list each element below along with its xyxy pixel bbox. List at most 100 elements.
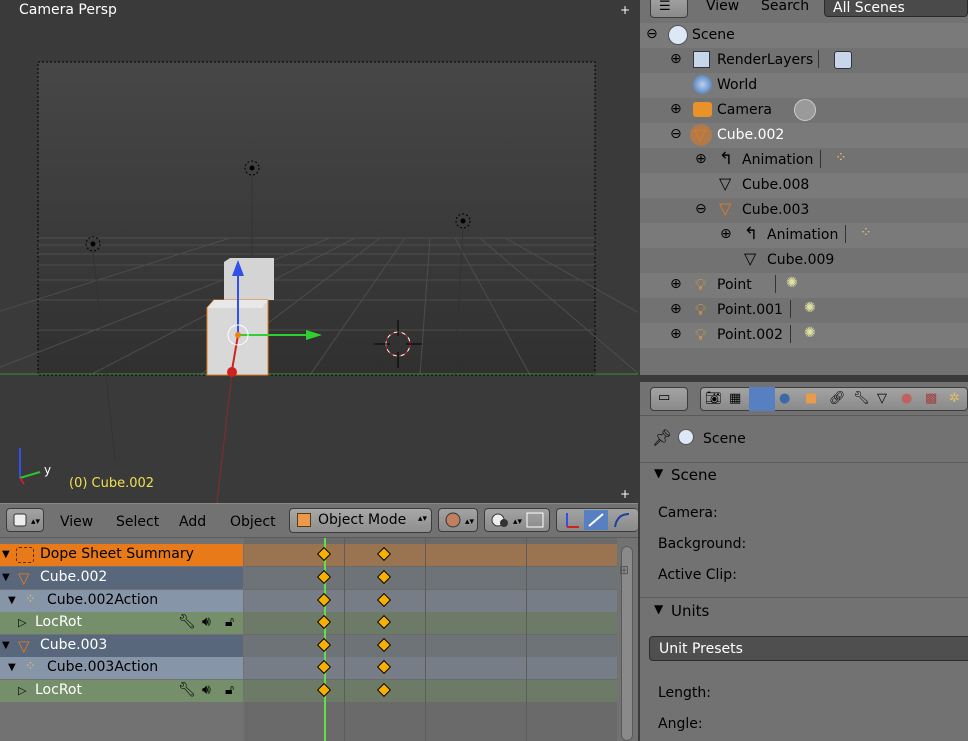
wrench-icon[interactable]: 🔧︎: [178, 614, 196, 630]
collapse-arrow-icon[interactable]: ▼: [2, 549, 10, 560]
collapse-arrow-icon[interactable]: ▼: [2, 572, 10, 583]
channel-dopesheet-summary[interactable]: ▼ Dope Sheet Summary: [0, 544, 243, 566]
menu-add[interactable]: Add: [179, 514, 206, 530]
editor-type-button[interactable]: ▴▾: [6, 508, 44, 532]
dopesheet-timeline[interactable]: [244, 538, 617, 741]
constraints-icon: 🔗︎: [829, 391, 846, 406]
dopesheet-icon: [16, 547, 34, 563]
outliner[interactable]: ⊖ Scene ⊕ RenderLayers World ⊕ Camera ⊖ …: [640, 22, 968, 375]
scene-filter-dropdown[interactable]: All Scenes: [824, 0, 968, 17]
mode-selector[interactable]: Object Mode ▴▾: [289, 508, 432, 533]
collapse-arrow-icon[interactable]: ▼: [8, 595, 16, 606]
lamp-data-icon[interactable]: ✺: [786, 275, 798, 291]
panel-collapse-icon[interactable]: ▼: [654, 602, 663, 616]
expand-icon[interactable]: ⊕: [670, 51, 682, 67]
manipulator-buttons[interactable]: [556, 508, 638, 532]
action-icon[interactable]: ⁘: [835, 150, 847, 166]
expand-icon[interactable]: ⊕: [670, 326, 682, 342]
editor-type-button[interactable]: ☰: [650, 0, 688, 18]
outliner-item-animation[interactable]: ⊕ ↰ Animation ⁘: [640, 148, 968, 173]
menu-object[interactable]: Object: [230, 514, 276, 530]
3d-viewport[interactable]: y + + Camera Persp (0) Cube.002: [0, 0, 638, 503]
menu-select[interactable]: Select: [116, 514, 159, 530]
channel-label: Cube.003: [40, 637, 108, 653]
outliner-item-animation[interactable]: ⊕ ↰ Animation ⁘: [640, 223, 968, 248]
scene-panel-title[interactable]: Scene: [671, 466, 717, 484]
outliner-item-scene[interactable]: ⊖ Scene: [640, 23, 968, 48]
collapse-icon[interactable]: ⊖: [646, 26, 658, 42]
outliner-item-point-001[interactable]: ⊕ 💡︎ Point.001 ✺: [640, 298, 968, 323]
expand-arrow-icon[interactable]: ▷: [18, 616, 26, 629]
particles-icon: ✲: [949, 391, 960, 406]
renderlayers-icon: ▦: [729, 391, 742, 406]
camera-label: Camera:: [658, 505, 718, 521]
outliner-item-cube-008[interactable]: ▽ Cube.008: [640, 173, 968, 198]
outliner-item-world[interactable]: World: [640, 73, 968, 98]
collapse-arrow-icon[interactable]: ▼: [2, 640, 10, 651]
camera-frame: [37, 61, 596, 376]
panel-collapse-icon[interactable]: ▼: [654, 466, 663, 480]
menu-view[interactable]: View: [706, 0, 739, 14]
context-tabs[interactable]: 📷︎ ▦ ● ■ 🔗︎ 🔧︎ ▽ ● ▩ ✲: [700, 387, 968, 411]
texture-icon: ▩: [925, 391, 938, 406]
outliner-item-cube-003[interactable]: ⊖ ▽ Cube.003: [640, 198, 968, 223]
world-icon: [693, 75, 712, 94]
collapse-icon[interactable]: ⊖: [670, 126, 682, 142]
collapse-icon[interactable]: ⊖: [695, 201, 707, 217]
expand-icon[interactable]: ⊕: [695, 151, 707, 167]
renderlayer-icon[interactable]: [834, 51, 852, 69]
svg-text:+: +: [620, 487, 630, 501]
outliner-item-point-002[interactable]: ⊕ 💡︎ Point.002 ✺: [640, 323, 968, 348]
outliner-item-camera[interactable]: ⊕ Camera: [640, 98, 968, 123]
length-label: Length:: [658, 685, 712, 701]
expand-arrow-icon[interactable]: ▷: [18, 684, 26, 697]
mode-label: Object Mode: [318, 512, 407, 528]
channel-action-cube-003[interactable]: ▼ ⁘ Cube.003Action: [0, 657, 243, 679]
expand-icon[interactable]: ⊕: [670, 101, 682, 117]
render-icon: 📷︎: [705, 391, 722, 406]
outliner-item-point[interactable]: ⊕ 💡︎ Point ✺: [640, 273, 968, 298]
camera-data-icon[interactable]: [794, 99, 816, 121]
world-icon: ●: [779, 391, 791, 406]
editor-type-button[interactable]: ▭: [650, 387, 688, 411]
lamp-data-icon[interactable]: ✺: [804, 325, 816, 341]
viewport-title: Camera Persp: [19, 2, 117, 18]
animation-icon: ↰: [719, 149, 734, 169]
menu-view[interactable]: View: [60, 514, 93, 530]
lock-icon[interactable]: 🔓︎: [225, 682, 234, 698]
outliner-item-cube-002[interactable]: ⊖ ▽ Cube.002: [640, 123, 968, 148]
speaker-icon[interactable]: 🔊︎: [202, 614, 211, 630]
wrench-icon[interactable]: 🔧︎: [178, 682, 196, 698]
units-panel-title[interactable]: Units: [671, 602, 709, 620]
lamp-data-icon[interactable]: ✺: [804, 300, 816, 316]
outliner-header: ☰ View Search All Scenes: [640, 0, 968, 22]
channel-object-cube-002[interactable]: ▼ ▽ Cube.002: [0, 567, 243, 589]
channel-object-cube-003[interactable]: ▼ ▽ Cube.003: [0, 635, 243, 657]
channel-label: Cube.002: [40, 569, 108, 585]
collapse-arrow-icon[interactable]: ▼: [8, 662, 16, 673]
expand-icon[interactable]: ⊕: [670, 301, 682, 317]
menu-search[interactable]: Search: [761, 0, 809, 14]
properties-editor[interactable]: ▭ 📷︎ ▦ ● ■ 🔗︎ 🔧︎ ▽ ● ▩ ✲ 📌︎ Scene ▼ Scen…: [640, 382, 968, 741]
channel-label: Cube.003Action: [47, 659, 159, 675]
pin-icon[interactable]: 📌︎: [652, 428, 672, 447]
scene-tab-icon: [749, 387, 775, 411]
channel-group-locrot[interactable]: ▷ LocRot 🔧︎ 🔊︎ 🔓︎: [0, 612, 243, 634]
lamp-icon: 💡︎: [695, 300, 707, 319]
speaker-icon[interactable]: 🔊︎: [202, 682, 211, 698]
channel-group-locrot[interactable]: ▷ LocRot 🔧︎ 🔊︎ 🔓︎: [0, 680, 243, 702]
dopesheet-scrollbar[interactable]: ⊞: [617, 538, 638, 741]
shading-button[interactable]: ▴▾: [438, 508, 478, 532]
unit-presets-dropdown[interactable]: Unit Presets: [649, 636, 968, 661]
channel-label: Dope Sheet Summary: [40, 546, 194, 562]
angle-label: Angle:: [658, 716, 703, 732]
channel-action-cube-002[interactable]: ▼ ⁘ Cube.002Action: [0, 590, 243, 612]
action-icon[interactable]: ⁘: [860, 225, 872, 241]
outliner-item-renderlayers[interactable]: ⊕ RenderLayers: [640, 48, 968, 73]
lock-icon[interactable]: 🔓︎: [225, 614, 234, 630]
outliner-item-cube-009[interactable]: ▽ Cube.009: [640, 248, 968, 273]
expand-icon[interactable]: ⊕: [670, 276, 682, 292]
material-icon: ●: [901, 391, 913, 406]
pivot-button[interactable]: ▴▾: [484, 508, 550, 532]
expand-icon[interactable]: ⊕: [720, 226, 732, 242]
